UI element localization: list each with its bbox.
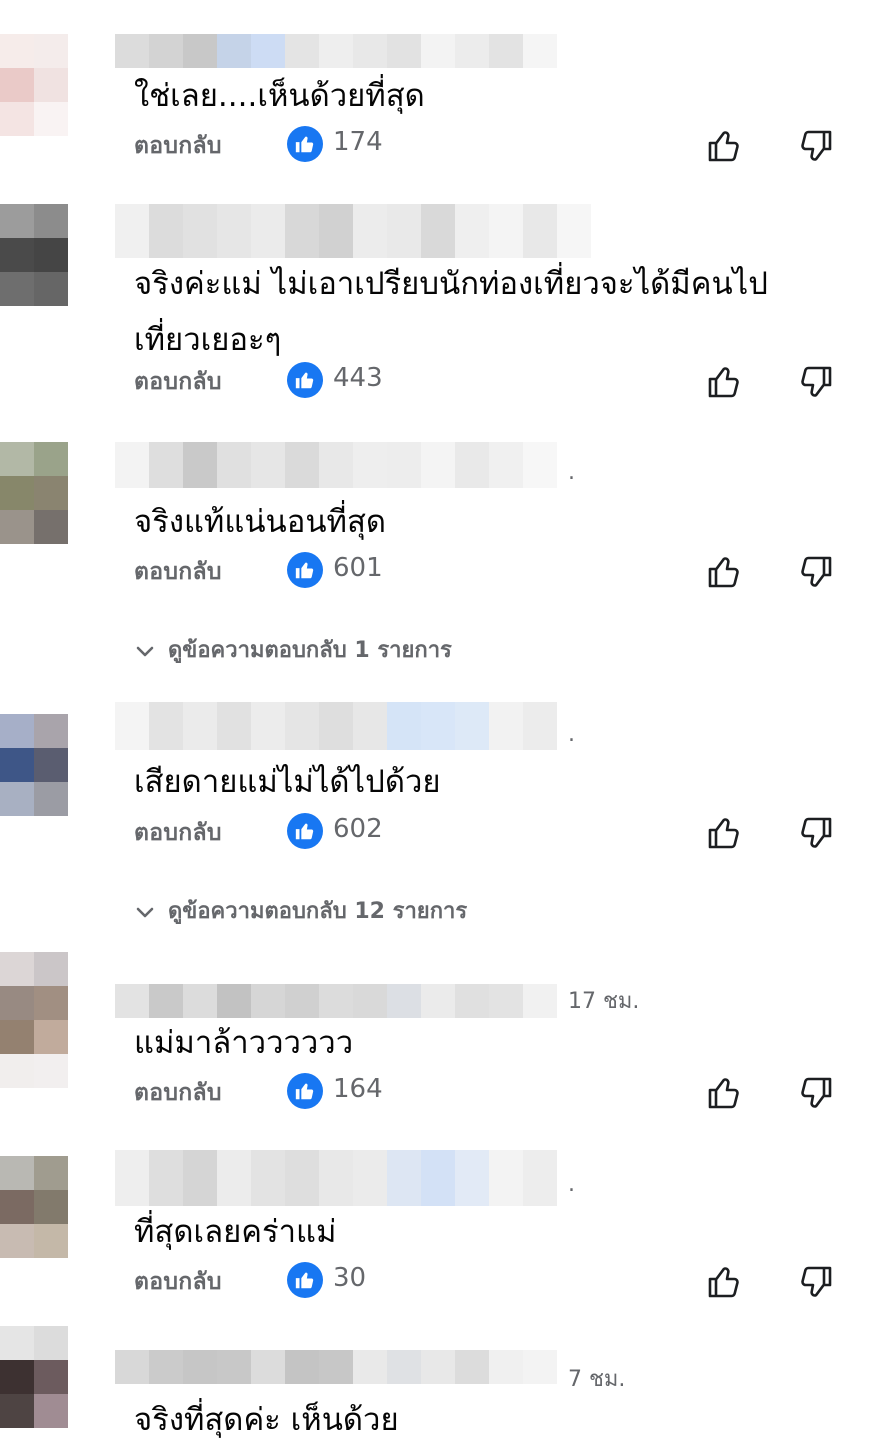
thumbs-up-icon[interactable] — [704, 126, 744, 166]
like-thumb-icon — [287, 362, 323, 398]
thumbs-down-icon[interactable] — [796, 126, 836, 166]
thumbs-up-icon[interactable] — [704, 362, 744, 402]
comment-timestamp: . — [568, 460, 575, 485]
thumbs-up-icon[interactable] — [704, 1262, 744, 1302]
comment-timestamp: 7 ชม. — [568, 1367, 626, 1392]
like-count: 443 — [333, 363, 383, 393]
comment-text: จริงค่ะแม่ ไม่เอาเปรียบนักท่องเที่ยวจะได… — [134, 266, 768, 358]
reply-button[interactable]: ตอบกลับ — [134, 1075, 222, 1111]
like-thumb-icon — [287, 552, 323, 588]
avatar-blurred[interactable] — [0, 714, 136, 816]
comment-text: เสียดายแม่ไม่ได้ไปด้วย — [134, 764, 441, 800]
like-count: 164 — [333, 1074, 383, 1104]
view-replies-link[interactable]: ดูข้อความตอบกลับ 1 รายการ — [134, 632, 452, 667]
comment-actions: ตอบกลับ 443 — [134, 362, 854, 402]
author-name-blurred[interactable] — [115, 34, 557, 68]
comment-actions: ตอบกลับ 164 — [134, 1073, 854, 1113]
thumbs-down-icon[interactable] — [796, 1262, 836, 1302]
like-count: 601 — [333, 553, 383, 583]
comment-text: ที่สุดเลยคร่าแม่ — [134, 1214, 337, 1250]
avatar-blurred[interactable] — [0, 34, 136, 136]
avatar-blurred[interactable] — [0, 952, 136, 1088]
like-count: 602 — [333, 814, 383, 844]
like-thumb-icon — [287, 126, 323, 162]
reply-button[interactable]: ตอบกลับ — [134, 554, 222, 590]
avatar-blurred[interactable] — [0, 442, 136, 544]
author-name-blurred[interactable] — [115, 702, 557, 750]
author-name-blurred[interactable] — [115, 442, 557, 488]
thumbs-down-icon[interactable] — [796, 362, 836, 402]
comment-text: จริงที่สุดค่ะ เห็นด้วย — [134, 1402, 399, 1438]
comment-actions: ตอบกลับ 174 — [134, 126, 854, 166]
comment-timestamp: 17 ชม. — [568, 989, 640, 1014]
like-count: 174 — [333, 127, 383, 157]
like-thumb-icon — [287, 1073, 323, 1109]
thumbs-up-icon[interactable] — [704, 1073, 744, 1113]
like-thumb-icon — [287, 1262, 323, 1298]
comment-actions: ตอบกลับ 601 — [134, 552, 854, 592]
thumbs-up-icon[interactable] — [704, 552, 744, 592]
author-name-blurred[interactable] — [115, 1150, 557, 1206]
comment-timestamp: . — [568, 1172, 575, 1197]
view-replies-label: ดูข้อความตอบกลับ 12 รายการ — [168, 899, 468, 924]
avatar-blurred[interactable] — [0, 1326, 136, 1428]
thumbs-down-icon[interactable] — [796, 1073, 836, 1113]
comment-text: ใช่เลย....เห็นด้วยที่สุด — [134, 78, 425, 114]
author-name-blurred[interactable] — [115, 984, 557, 1018]
comment-text: แม่มาล้าวววววว — [134, 1025, 354, 1061]
reply-button[interactable]: ตอบกลับ — [134, 815, 222, 851]
thumbs-down-icon[interactable] — [796, 552, 836, 592]
reply-button[interactable]: ตอบกลับ — [134, 1264, 222, 1300]
view-replies-link[interactable]: ดูข้อความตอบกลับ 12 รายการ — [134, 893, 467, 928]
author-name-blurred[interactable] — [115, 204, 591, 258]
view-replies-label: ดูข้อความตอบกลับ 1 รายการ — [168, 638, 452, 663]
comment-actions: ตอบกลับ 602 — [134, 813, 854, 853]
reply-button[interactable]: ตอบกลับ — [134, 364, 222, 400]
thumbs-up-icon[interactable] — [704, 813, 744, 853]
author-name-blurred[interactable] — [115, 1350, 557, 1384]
avatar-blurred[interactable] — [0, 1156, 136, 1258]
avatar-blurred[interactable] — [0, 204, 136, 306]
comment-actions: ตอบกลับ 30 — [134, 1262, 854, 1302]
thumbs-down-icon[interactable] — [796, 813, 836, 853]
like-count: 30 — [333, 1263, 367, 1293]
comment-timestamp: . — [568, 722, 575, 747]
chevron-down-icon — [136, 907, 154, 918]
like-thumb-icon — [287, 813, 323, 849]
chevron-down-icon — [136, 646, 154, 657]
comment-text: จริงแท้แน่นอนที่สุด — [134, 504, 387, 540]
reply-button[interactable]: ตอบกลับ — [134, 128, 222, 164]
